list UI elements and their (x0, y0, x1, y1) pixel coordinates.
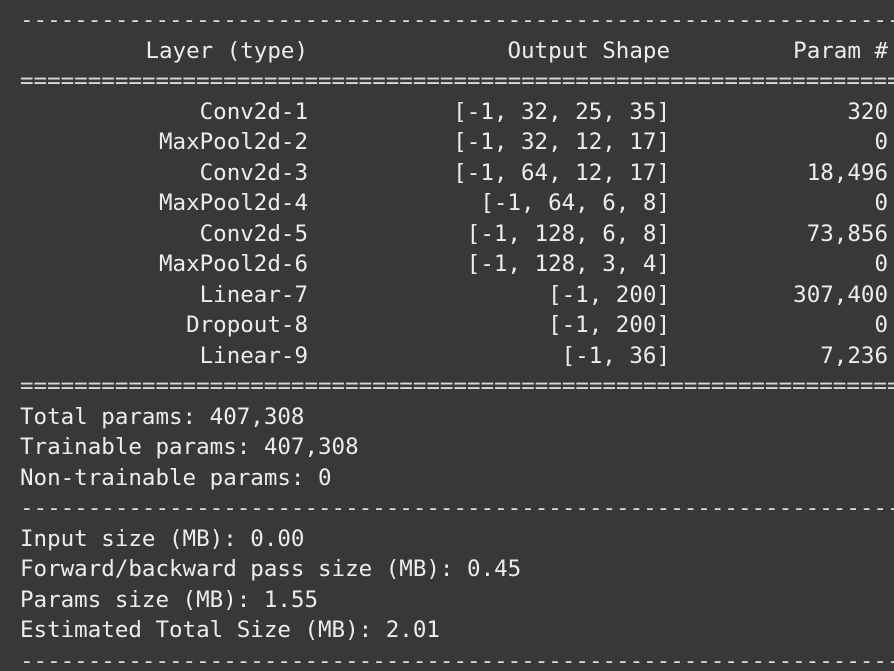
layer-param-count: 7,236 (820, 342, 888, 369)
model-summary-output: ----------------------------------------… (0, 0, 894, 671)
equals-rule-footer: ========================================… (20, 373, 894, 399)
layer-name: Linear-9 (199, 342, 308, 369)
layer-name: Dropout-8 (186, 312, 308, 338)
layer-name: Conv2d-3 (199, 159, 308, 186)
layer-output-shape: [-1, 32, 25, 35] (453, 98, 670, 125)
table-row: MaxPool2d-6 [-1, 128, 3, 4] 0 (20, 249, 894, 280)
layer-param-count: 0 (874, 129, 888, 155)
layer-output-shape: [-1, 64, 6, 8] (480, 190, 670, 216)
estimated-total-size: Estimated Total Size (MB): 2.01 (20, 617, 440, 643)
layer-param-count: 320 (847, 98, 888, 125)
dash-rule-bottom: ----------------------------------------… (20, 647, 894, 671)
trainable-params: Trainable params: 407,308 (20, 434, 359, 460)
layer-param-count: 0 (874, 190, 888, 216)
table-row: Dropout-8 [-1, 200] 0 (20, 310, 894, 341)
layer-param-count: 307,400 (793, 281, 888, 308)
dash-rule-top: ----------------------------------------… (20, 7, 894, 33)
header-output-shape: Output Shape (507, 37, 670, 64)
layer-name: Conv2d-1 (199, 98, 308, 125)
total-params: Total params: 407,308 (20, 403, 305, 430)
header-layer-type: Layer (type) (145, 37, 308, 64)
table-row: MaxPool2d-4 [-1, 64, 6, 8] 0 (20, 188, 894, 219)
params-size: Params size (MB): 1.55 (20, 586, 319, 613)
layer-param-count: 18,496 (806, 159, 888, 186)
table-row: Linear-9 [-1, 36] 7,236 (20, 341, 894, 372)
layer-output-shape: [-1, 32, 12, 17] (453, 129, 670, 155)
layer-output-shape: [-1, 36] (561, 342, 670, 369)
layer-output-shape: [-1, 128, 3, 4] (466, 251, 670, 277)
non-trainable-params: Non-trainable params: 0 (20, 464, 332, 491)
header-param-count: Param # (793, 37, 888, 64)
layer-output-shape: [-1, 128, 6, 8] (466, 220, 670, 247)
table-row: Conv2d-1 [-1, 32, 25, 35] 320 (20, 97, 894, 128)
layer-name: MaxPool2d-2 (158, 129, 308, 155)
dash-rule-middle: ----------------------------------------… (20, 495, 894, 521)
table-header: Layer (type) Output Shape Param # (20, 36, 894, 67)
layer-param-count: 0 (874, 251, 888, 277)
layer-output-shape: [-1, 200] (548, 312, 670, 338)
equals-rule-header: ========================================… (20, 68, 894, 94)
input-size: Input size (MB): 0.00 (20, 525, 305, 552)
layer-output-shape: [-1, 64, 12, 17] (453, 159, 670, 186)
layer-table: Conv2d-1 [-1, 32, 25, 35] 320 MaxPool2d-… (20, 97, 894, 372)
table-row: Conv2d-5 [-1, 128, 6, 8] 73,856 (20, 219, 894, 250)
layer-name: Conv2d-5 (199, 220, 308, 247)
layer-name: MaxPool2d-4 (158, 190, 308, 216)
layer-output-shape: [-1, 200] (548, 281, 670, 308)
forward-backward-size: Forward/backward pass size (MB): 0.45 (20, 556, 522, 582)
layer-name: Linear-7 (199, 281, 308, 308)
table-row: Linear-7 [-1, 200] 307,400 (20, 280, 894, 311)
table-row: MaxPool2d-2 [-1, 32, 12, 17] 0 (20, 127, 894, 158)
layer-param-count: 0 (874, 312, 888, 338)
layer-name: MaxPool2d-6 (158, 251, 308, 277)
table-row: Conv2d-3 [-1, 64, 12, 17] 18,496 (20, 158, 894, 189)
layer-param-count: 73,856 (806, 220, 888, 247)
